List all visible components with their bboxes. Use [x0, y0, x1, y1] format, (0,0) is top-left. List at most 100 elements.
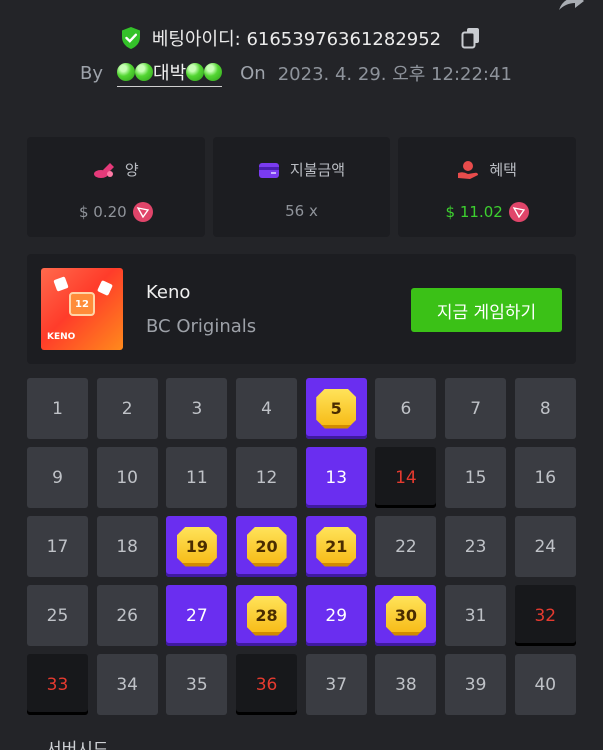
cell-number: 40: [534, 674, 557, 695]
cell-number: 2: [121, 398, 133, 419]
stat-amount-label: 양: [124, 161, 139, 179]
cell-number: 37: [325, 674, 348, 695]
keno-cell-29[interactable]: 29: [305, 585, 367, 646]
keno-cell-38[interactable]: 38: [375, 654, 437, 715]
keno-cell-26[interactable]: 26: [96, 585, 158, 646]
copy-icon[interactable]: [459, 26, 483, 50]
share-icon[interactable]: [555, 0, 585, 12]
keno-cell-33[interactable]: 33: [27, 654, 88, 715]
keno-cell-40[interactable]: 40: [514, 654, 576, 715]
cell-number: 1: [52, 398, 63, 419]
cell-number: 3: [191, 398, 203, 419]
keno-cell-25[interactable]: 25: [27, 585, 88, 646]
gem-tile: 28: [246, 595, 287, 636]
user-name-link[interactable]: 대박: [117, 59, 223, 87]
thumbnail-number: 12: [69, 292, 95, 316]
cell-number: 17: [46, 536, 69, 557]
keno-cell-8[interactable]: 8: [514, 378, 576, 439]
cell-number: 15: [464, 467, 487, 488]
green-ball-icon: [186, 63, 205, 81]
bet-id-text: 베팅아이디: 61653976361282952: [151, 29, 442, 50]
play-now-button[interactable]: 지금 게임하기: [411, 288, 562, 332]
keno-cell-11[interactable]: 11: [166, 447, 228, 508]
cell-number: 4: [261, 398, 272, 419]
cell-number: 7: [470, 398, 482, 419]
game-provider: BC Originals: [146, 316, 257, 337]
keno-board: 1 2 3 4 5 6 7 8 9 10 11 12 13 14 15 16 17 18 19 20 21 22 23 24 2…: [27, 378, 576, 715]
keno-cell-34[interactable]: 34: [96, 654, 158, 715]
keno-cell-32[interactable]: 32: [514, 585, 576, 646]
keno-cell-3[interactable]: 3: [166, 378, 228, 439]
gem-tile: 19: [176, 526, 217, 567]
keno-cell-36[interactable]: 36: [236, 654, 298, 715]
keno-cell-1[interactable]: 1: [27, 378, 88, 439]
keno-cell-39[interactable]: 39: [445, 654, 507, 715]
cell-number: 18: [116, 536, 138, 557]
keno-cell-22[interactable]: 22: [375, 516, 437, 577]
stat-payout-value: 56 x: [285, 202, 318, 220]
cell-number: 11: [186, 467, 208, 488]
keno-cell-30[interactable]: 30: [375, 585, 437, 646]
keno-cell-7[interactable]: 7: [445, 378, 507, 439]
bet-stats: 양 $ 0.20 지불금액 56 x 혜택 $ 11.02: [27, 137, 577, 237]
thumbnail-label: KENO: [47, 332, 76, 342]
stat-profit: 혜택 $ 11.02: [398, 137, 577, 237]
cell-number: 33: [46, 674, 69, 695]
keno-cell-21[interactable]: 21: [305, 516, 367, 577]
game-card: 12 KENO Keno BC Originals 지금 게임하기: [27, 254, 576, 364]
keno-cell-15[interactable]: 15: [445, 447, 507, 508]
keno-cell-24[interactable]: 24: [514, 516, 576, 577]
keno-cell-13[interactable]: 13: [305, 447, 367, 508]
user-name-text: 대박: [153, 63, 187, 84]
keno-cell-16[interactable]: 16: [514, 447, 576, 508]
keno-cell-6[interactable]: 6: [375, 378, 437, 439]
keno-cell-10[interactable]: 10: [96, 447, 158, 508]
keno-cell-4[interactable]: 4: [236, 378, 298, 439]
cell-number: 39: [464, 674, 487, 695]
shield-check-icon: [120, 26, 142, 50]
bet-meta-row: By 대박 On 2023. 4. 29. 오후 12:22:41: [80, 58, 512, 88]
keno-thumbnail[interactable]: 12 KENO: [41, 268, 123, 350]
hand-coin-icon: [457, 160, 479, 180]
cell-number: 35: [186, 674, 208, 695]
keno-cell-35[interactable]: 35: [166, 654, 228, 715]
cell-number: 25: [46, 605, 69, 626]
stat-amount-value: $ 0.20: [78, 203, 127, 221]
cell-number: 9: [52, 467, 63, 488]
keno-cell-31[interactable]: 31: [445, 585, 507, 646]
green-ball-icon: [204, 63, 223, 81]
wallet-icon: [258, 160, 280, 180]
keno-cell-14[interactable]: 14: [375, 447, 437, 508]
keno-cell-12[interactable]: 12: [236, 447, 298, 508]
dice-icon: [53, 276, 69, 292]
cell-number: 8: [539, 398, 551, 419]
cell-number: 36: [255, 674, 278, 695]
keno-cell-27[interactable]: 27: [166, 585, 228, 646]
by-label: By: [80, 62, 104, 84]
cell-number: 14: [395, 467, 417, 488]
gem-tile: 20: [246, 526, 287, 567]
cell-number: 16: [534, 467, 557, 488]
stat-payout-label: 지불금액: [289, 161, 346, 179]
keno-cell-9[interactable]: 9: [27, 447, 88, 508]
cell-number: 23: [464, 536, 487, 557]
keno-cell-23[interactable]: 23: [445, 516, 507, 577]
cell-number: 24: [534, 536, 557, 557]
keno-cell-18[interactable]: 18: [96, 516, 158, 577]
cell-number: 6: [400, 398, 412, 419]
keno-cell-20[interactable]: 20: [236, 516, 298, 577]
keno-cell-17[interactable]: 17: [27, 516, 88, 577]
dice-icon: [97, 280, 113, 296]
keno-cell-2[interactable]: 2: [96, 378, 158, 439]
keno-cell-28[interactable]: 28: [236, 585, 298, 646]
keno-cell-37[interactable]: 37: [305, 654, 367, 715]
gem-tile: 21: [316, 526, 357, 567]
on-label: On: [240, 62, 266, 84]
game-name[interactable]: Keno: [146, 282, 190, 303]
keno-cell-5[interactable]: 5: [305, 378, 367, 439]
gem-tile: 30: [385, 595, 426, 636]
stat-payout: 지불금액 56 x: [212, 137, 391, 237]
tron-icon: [508, 202, 529, 222]
keno-cell-19[interactable]: 19: [166, 516, 228, 577]
bet-id-row: 베팅아이디: 61653976361282952: [0, 22, 603, 54]
